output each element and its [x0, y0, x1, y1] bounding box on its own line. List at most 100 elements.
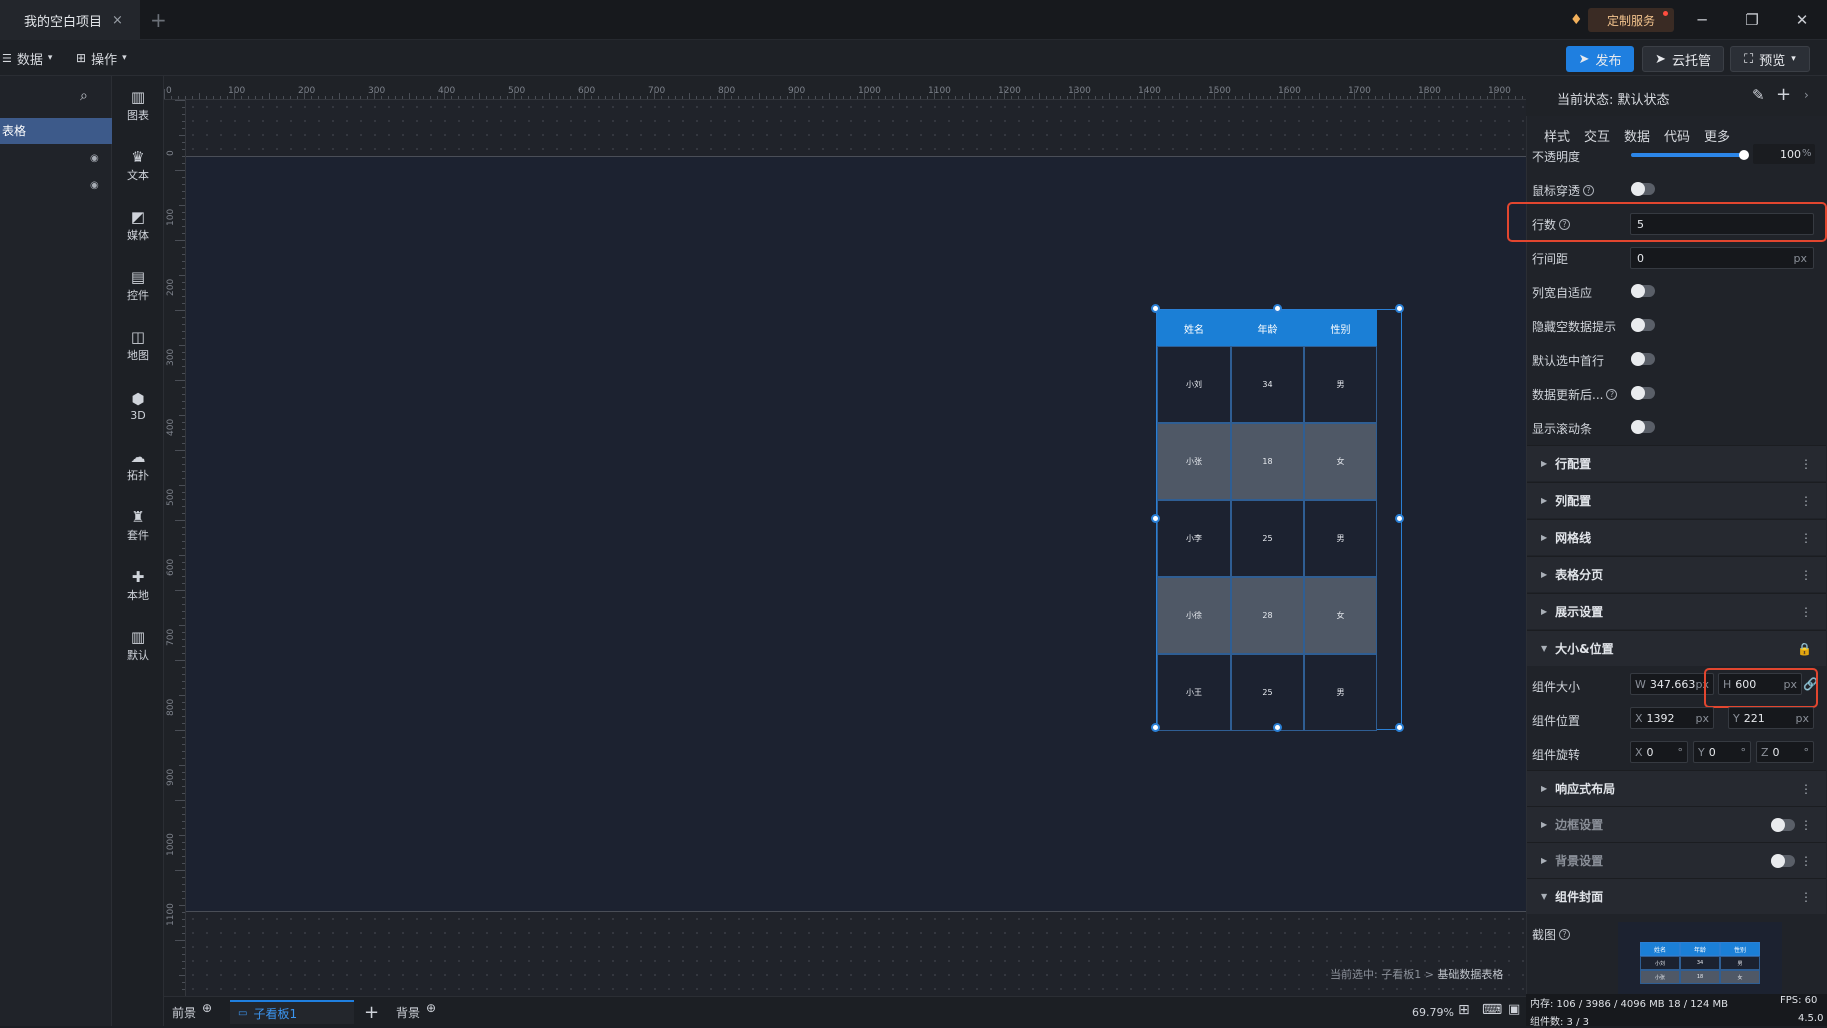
- data-table-widget[interactable]: 姓名 年龄 性别 小刘 34 男小张 18 女小李 25 男小徐 28 女小王 25 男: [1151, 304, 1404, 732]
- resize-handle[interactable]: [1395, 513, 1404, 523]
- caret-right-icon: ▶: [1541, 820, 1548, 829]
- col-adapt-toggle[interactable]: [1631, 284, 1655, 298]
- more-icon[interactable]: ⋮: [1800, 531, 1812, 545]
- edit-icon[interactable]: ✎: [1752, 86, 1765, 104]
- panel-tab[interactable]: 数据: [1624, 126, 1650, 145]
- resize-handle[interactable]: [1395, 723, 1404, 732]
- panel-tab[interactable]: 样式: [1544, 126, 1570, 145]
- board-tab-active[interactable]: ▭ 子看板1: [230, 1000, 354, 1024]
- resize-handle[interactable]: [1151, 513, 1160, 523]
- responsive-title: 响应式布局: [1555, 782, 1616, 796]
- more-icon[interactable]: ⋮: [1800, 782, 1812, 796]
- add-board-icon[interactable]: +: [364, 1000, 379, 1024]
- project-tab[interactable]: 我的空白项目 ×: [0, 0, 140, 40]
- fit-screen-icon[interactable]: ⊞: [1458, 1002, 1470, 1018]
- strip-item-1[interactable]: ♛ 文本: [112, 140, 164, 192]
- table-cell: 男: [1304, 654, 1377, 731]
- foreground-tab[interactable]: 前景 ⊕: [172, 1000, 212, 1024]
- resize-handle[interactable]: [1151, 723, 1160, 732]
- mouse-through-toggle[interactable]: [1631, 182, 1655, 196]
- current-state-label: 当前状态: 默认状态: [1557, 93, 1670, 108]
- minimize-icon[interactable]: ─: [1690, 8, 1714, 32]
- eye-icon[interactable]: ◉: [90, 180, 99, 191]
- more-icon[interactable]: ⋮: [1800, 818, 1812, 832]
- add-state-icon[interactable]: +: [1776, 84, 1791, 105]
- responsive-section[interactable]: ▶ 响应式布局 ⋮: [1527, 770, 1826, 806]
- panel-section[interactable]: ▶ 表格分页 ⋮: [1527, 556, 1826, 592]
- panel-tab[interactable]: 代码: [1664, 126, 1690, 145]
- strip-item-8[interactable]: ✚ 本地: [112, 560, 164, 612]
- resize-handle[interactable]: [1395, 304, 1404, 313]
- data-menu[interactable]: ☰ 数据 ▾: [2, 48, 52, 68]
- rot-y-input[interactable]: Y 0 °: [1693, 741, 1751, 763]
- layer-item-table[interactable]: 表格: [0, 118, 112, 144]
- select-first-toggle[interactable]: [1631, 352, 1655, 366]
- size-position-section[interactable]: ▼ 大小&位置 🔒: [1527, 630, 1826, 666]
- more-icon[interactable]: ⋮: [1800, 494, 1812, 508]
- help-icon[interactable]: ?: [1606, 389, 1618, 400]
- zoom-level[interactable]: 69.79%: [1412, 1006, 1454, 1019]
- panel-section[interactable]: ▶ 展示设置 ⋮: [1527, 593, 1826, 629]
- terminal-icon[interactable]: ▣: [1508, 1002, 1520, 1017]
- rot-x-input[interactable]: X 0 °: [1630, 741, 1688, 763]
- opacity-slider-knob[interactable]: [1739, 150, 1749, 160]
- more-icon[interactable]: ⋮: [1800, 605, 1812, 619]
- keyboard-icon[interactable]: ⌨: [1482, 1002, 1502, 1018]
- hide-empty-toggle[interactable]: [1631, 318, 1655, 332]
- show-scroll-toggle[interactable]: [1631, 420, 1655, 434]
- operations-menu-label: 操作: [91, 52, 118, 68]
- strip-item-7[interactable]: ♜ 套件: [112, 500, 164, 552]
- preview-button[interactable]: ⛶ 预览 ▾: [1730, 46, 1810, 72]
- rot-z-input[interactable]: Z 0 °: [1756, 741, 1814, 763]
- resize-handle[interactable]: [1151, 304, 1160, 313]
- help-icon[interactable]: ?: [1559, 929, 1571, 940]
- x-input[interactable]: X 1392 px: [1630, 707, 1714, 729]
- table-cell: 小张: [1157, 423, 1231, 500]
- panel-tab[interactable]: 更多: [1704, 126, 1730, 145]
- custom-service-button[interactable]: 定制服务: [1588, 8, 1674, 32]
- opacity-slider[interactable]: [1631, 153, 1745, 157]
- more-icon[interactable]: ⋮: [1800, 890, 1812, 904]
- help-icon[interactable]: ?: [1583, 185, 1595, 196]
- panel-section[interactable]: ▶ 列配置 ⋮: [1527, 482, 1826, 518]
- panel-section[interactable]: ▶ 行配置 ⋮: [1527, 445, 1826, 481]
- border-toggle[interactable]: [1771, 818, 1795, 832]
- background-tab[interactable]: 背景 ⊕: [396, 1000, 436, 1024]
- rot-y-unit: °: [1740, 745, 1747, 759]
- cover-section[interactable]: ▼ 组件封面 ⋮: [1527, 878, 1826, 914]
- width-input[interactable]: W 347.663 px: [1630, 673, 1714, 695]
- add-circle-icon[interactable]: ⊕: [202, 1001, 212, 1015]
- y-input[interactable]: Y 221 px: [1728, 707, 1814, 729]
- close-tab-icon[interactable]: ×: [112, 13, 123, 28]
- more-icon[interactable]: ⋮: [1800, 568, 1812, 582]
- panel-tab[interactable]: 交互: [1584, 126, 1610, 145]
- publish-button[interactable]: ➤ 发布: [1566, 46, 1634, 72]
- chevron-right-icon[interactable]: ›: [1804, 88, 1809, 102]
- lock-icon[interactable]: 🔒: [1797, 642, 1812, 656]
- cover-thumbnail[interactable]: 姓名 年龄 性别 小刘 34 男小张 18 女: [1618, 922, 1782, 994]
- panel-section[interactable]: ▶ 网格线 ⋮: [1527, 519, 1826, 555]
- add-tab-icon[interactable]: +: [150, 8, 167, 32]
- resize-handle[interactable]: [1273, 723, 1282, 732]
- search-icon[interactable]: ⌕: [80, 88, 88, 104]
- close-window-icon[interactable]: ✕: [1790, 8, 1814, 32]
- more-icon[interactable]: ⋮: [1800, 854, 1812, 868]
- resize-handle[interactable]: [1273, 304, 1282, 313]
- strip-item-0[interactable]: ▥ 图表: [112, 80, 164, 132]
- add-circle-icon[interactable]: ⊕: [426, 1001, 436, 1015]
- strip-item-6[interactable]: ☁ 拓扑: [112, 440, 164, 492]
- strip-item-3[interactable]: ▤ 控件: [112, 260, 164, 312]
- rot-x-label: X: [1635, 745, 1643, 759]
- background-toggle[interactable]: [1771, 854, 1795, 868]
- after-update-toggle[interactable]: [1631, 386, 1655, 400]
- strip-item-9[interactable]: ▥ 默认: [112, 620, 164, 672]
- operations-menu[interactable]: ⊞ 操作 ▾: [76, 48, 127, 68]
- restore-icon[interactable]: ❐: [1740, 8, 1764, 32]
- strip-item-5[interactable]: ⬢ 3D: [112, 380, 164, 432]
- cloud-hosting-button[interactable]: ➤ 云托管: [1642, 46, 1724, 72]
- row-gap-input[interactable]: 0 px: [1630, 247, 1814, 269]
- strip-item-4[interactable]: ◫ 地图: [112, 320, 164, 372]
- strip-item-2[interactable]: ◩ 媒体: [112, 200, 164, 252]
- more-icon[interactable]: ⋮: [1800, 457, 1812, 471]
- eye-icon[interactable]: ◉: [90, 153, 99, 164]
